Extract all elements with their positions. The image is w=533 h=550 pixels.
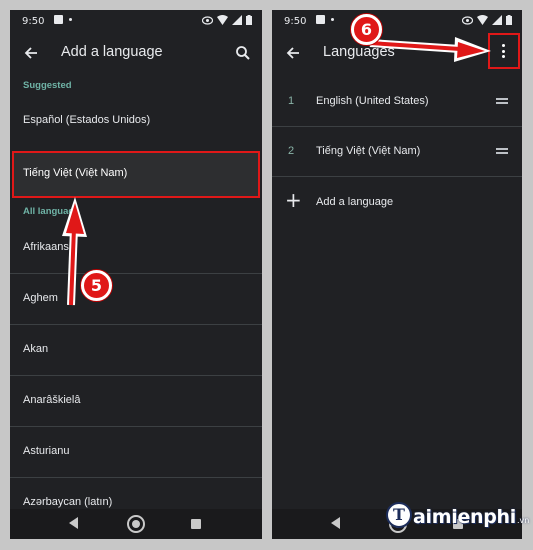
- page-title: Languages: [323, 44, 395, 60]
- notification-dot-icon: [331, 18, 334, 21]
- status-time: 9:50: [22, 16, 45, 27]
- status-bar: 9:50: [272, 10, 522, 32]
- signal-icon: [492, 15, 502, 25]
- language-label: Tiếng Việt (Việt Nam): [23, 167, 128, 179]
- language-item[interactable]: Asturianu: [10, 428, 262, 478]
- watermark-suffix: .vn: [517, 516, 530, 525]
- more-options-button[interactable]: [488, 33, 520, 69]
- status-time: 9:50: [284, 16, 307, 27]
- all-languages-header: All languag: [23, 206, 75, 217]
- language-list-item[interactable]: 1 English (United States): [272, 77, 522, 127]
- wifi-icon: [477, 15, 488, 25]
- app-bar: Add a language: [10, 32, 262, 74]
- language-label: Akan: [23, 343, 49, 355]
- language-item[interactable]: Anarâškielâ: [10, 377, 262, 427]
- right-screen: 9:50 Languages 1 English (United States)…: [272, 10, 522, 539]
- nav-home-icon[interactable]: [127, 515, 145, 533]
- page-title: Add a language: [61, 44, 163, 60]
- step-badge: 5: [81, 270, 112, 301]
- nav-back-icon[interactable]: [69, 517, 78, 529]
- battery-icon: [246, 15, 252, 25]
- nav-recents-icon[interactable]: [191, 519, 201, 529]
- signal-icon: [232, 15, 242, 25]
- drag-handle-icon[interactable]: [496, 148, 508, 154]
- language-label: Tiếng Việt (Việt Nam): [316, 145, 421, 157]
- search-icon[interactable]: [234, 44, 252, 62]
- language-label: Anarâškielâ: [23, 394, 81, 406]
- language-item[interactable]: Español (Estados Unidos): [10, 97, 262, 147]
- language-label: English (United States): [316, 95, 429, 107]
- language-rank: 2: [288, 145, 295, 157]
- more-vert-icon: [502, 44, 506, 61]
- system-nav-bar: [10, 509, 262, 539]
- watermark: T aimienphi .vn: [386, 502, 529, 528]
- plus-icon: +: [285, 188, 302, 212]
- language-item-selected[interactable]: Tiếng Việt (Việt Nam): [12, 151, 260, 198]
- status-bar: 9:50: [10, 10, 262, 32]
- step-badge: 6: [351, 14, 382, 45]
- language-item[interactable]: Afrikaans: [10, 224, 262, 274]
- image-icon: [316, 15, 325, 24]
- battery-icon: [506, 15, 512, 25]
- eye-icon: [202, 15, 213, 25]
- language-label: Aghem: [23, 292, 58, 304]
- notification-dot-icon: [69, 18, 72, 21]
- wifi-icon: [217, 15, 228, 25]
- image-icon: [54, 15, 63, 24]
- watermark-logo: T: [386, 502, 412, 528]
- language-label: Afrikaans: [23, 241, 69, 253]
- back-arrow-icon[interactable]: [284, 44, 302, 62]
- language-label: Azərbaycan (latın): [23, 496, 113, 508]
- watermark-text: aimienphi: [413, 506, 516, 528]
- language-item[interactable]: Aghem: [10, 275, 262, 325]
- app-bar: Languages: [272, 32, 522, 74]
- suggested-header: Suggested: [23, 80, 72, 91]
- back-arrow-icon[interactable]: [22, 44, 40, 62]
- language-label: Asturianu: [23, 445, 70, 457]
- add-language-label: Add a language: [316, 196, 394, 208]
- drag-handle-icon[interactable]: [496, 98, 508, 104]
- language-item[interactable]: Akan: [10, 326, 262, 376]
- eye-icon: [462, 15, 473, 25]
- language-label: Español (Estados Unidos): [23, 114, 151, 126]
- language-rank: 1: [288, 95, 295, 107]
- add-language-button[interactable]: + Add a language: [272, 177, 522, 227]
- language-list-item[interactable]: 2 Tiếng Việt (Việt Nam): [272, 127, 522, 177]
- left-screen: 9:50 Add a language Suggested Español (E…: [10, 10, 262, 539]
- nav-back-icon[interactable]: [331, 517, 340, 529]
